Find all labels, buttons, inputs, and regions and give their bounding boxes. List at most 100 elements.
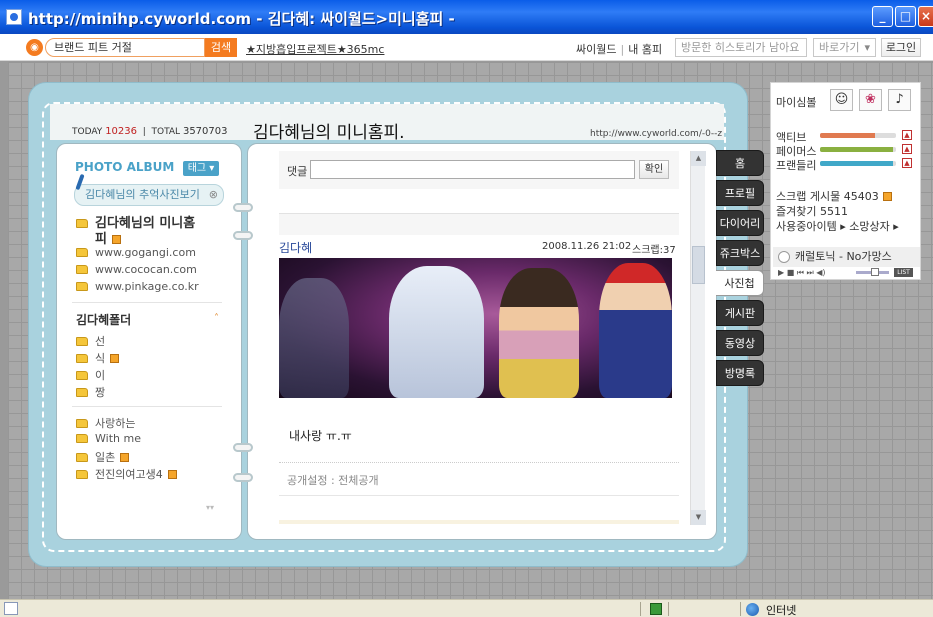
tab-guestbook[interactable]: 방명록 bbox=[716, 360, 764, 386]
binder-ring bbox=[233, 443, 253, 452]
visitor-counter: TODAY 10236 | TOTAL 3570703 bbox=[72, 126, 228, 137]
now-playing[interactable]: 캐럴토닉 - No가망스 bbox=[773, 247, 920, 267]
folder-item[interactable]: 피 bbox=[95, 228, 121, 247]
stat-up-icon[interactable]: ▲ bbox=[902, 144, 912, 154]
playlist-button[interactable]: LIST bbox=[894, 268, 913, 277]
post-footer bbox=[279, 520, 679, 524]
symbol-music-icon[interactable]: ♪ bbox=[888, 89, 911, 111]
post-photo[interactable] bbox=[279, 258, 672, 398]
items-in-use[interactable]: 사용중아이템 ▸ 소망상자 ▸ bbox=[776, 218, 899, 234]
folder-icon bbox=[76, 371, 88, 380]
player-controls[interactable]: ▶ ■ ⏮ ⏭ ◀) bbox=[778, 268, 826, 278]
nav-separator: | bbox=[620, 43, 625, 56]
folder-item[interactable]: 일촌 bbox=[76, 449, 130, 465]
divider bbox=[279, 462, 679, 463]
stat-active-bar bbox=[820, 133, 896, 138]
folder-section-title[interactable]: 김다혜폴더 bbox=[76, 311, 131, 328]
total-label: TOTAL bbox=[151, 127, 181, 137]
folder-item[interactable]: 전진의여고생4 bbox=[76, 466, 177, 482]
binder-ring bbox=[233, 473, 253, 482]
tab-profile[interactable]: 프로필 bbox=[716, 180, 764, 206]
search-button[interactable]: 검색 bbox=[205, 38, 237, 57]
total-count: 3570703 bbox=[182, 126, 228, 137]
tab-board[interactable]: 게시판 bbox=[716, 300, 764, 326]
tag-button[interactable]: 태그 ▾ bbox=[183, 161, 219, 176]
scroll-up-icon[interactable]: ▲ bbox=[691, 151, 706, 166]
my-home-link[interactable]: 내 홈피 bbox=[628, 43, 662, 56]
stat-up-icon[interactable]: ▲ bbox=[902, 130, 912, 140]
my-symbol-label: 마이심볼 bbox=[776, 96, 817, 109]
cyworld-top-nav: ◉ 브랜드 피트 거절 검색 ★지방흡입프로젝트★365mc 싸이월드 | 내 홈피… bbox=[0, 34, 933, 61]
folder-label: 일촌 bbox=[95, 451, 116, 464]
scrap-count[interactable]: 스크랩:37 bbox=[632, 241, 676, 256]
post-divider-bar bbox=[279, 213, 679, 235]
nate-logo-icon[interactable]: ◉ bbox=[26, 39, 43, 56]
folder-label: 사랑하는 bbox=[95, 417, 136, 430]
folder-label: www.gogangi.com bbox=[95, 246, 196, 259]
privacy-setting: 공개설정 : 전체공개 bbox=[287, 474, 379, 487]
volume-knob[interactable] bbox=[871, 268, 879, 276]
folder-item[interactable]: www.cococan.com bbox=[76, 263, 197, 276]
folder-item[interactable]: www.gogangi.com bbox=[76, 246, 196, 259]
scrap-board-count[interactable]: 스크랩 게시물 45403 bbox=[776, 188, 892, 204]
stat-famous-bar bbox=[820, 147, 896, 152]
folder-item[interactable]: 선 bbox=[76, 333, 105, 349]
folder-icon bbox=[76, 470, 88, 479]
scroll-down-icon[interactable]: ▼ bbox=[691, 510, 706, 525]
folder-item[interactable]: 이 bbox=[76, 367, 105, 383]
symbol-face-icon[interactable]: ☺ bbox=[830, 89, 853, 111]
promo-link[interactable]: ★지방흡입프로젝트★365mc bbox=[246, 41, 384, 57]
folder-label: With me bbox=[95, 432, 141, 445]
maximize-button[interactable]: □ bbox=[895, 6, 916, 27]
minimize-button[interactable]: _ bbox=[872, 6, 893, 27]
photo-figure bbox=[599, 263, 672, 398]
stat-up-icon[interactable]: ▲ bbox=[902, 158, 912, 168]
album-title: PHOTO ALBUM bbox=[75, 160, 175, 174]
close-icon[interactable]: ⊗ bbox=[209, 185, 218, 205]
folder-item[interactable]: 김다혜님의 미니홈 bbox=[76, 212, 195, 231]
folder-item[interactable]: With me bbox=[76, 432, 141, 445]
memory-label: 김다혜님의 추억사진보기 bbox=[85, 188, 200, 201]
goto-dropdown[interactable]: 바로가기 bbox=[813, 38, 876, 57]
more-arrow-icon[interactable]: ▾▾ bbox=[206, 503, 214, 512]
symbol-flower-icon[interactable]: ❀ bbox=[859, 89, 882, 111]
tab-jukebox[interactable]: 쥬크박스 bbox=[716, 240, 764, 266]
scroll-thumb[interactable] bbox=[692, 246, 705, 284]
folder-item[interactable]: 짱 bbox=[76, 384, 105, 400]
security-shield-icon bbox=[650, 603, 662, 615]
cyworld-link[interactable]: 싸이월드 bbox=[576, 43, 616, 56]
comment-input[interactable] bbox=[310, 160, 635, 179]
history-box[interactable]: 방문한 히스토리가 남아요 bbox=[675, 38, 807, 57]
tab-video[interactable]: 동영상 bbox=[716, 330, 764, 356]
confirm-button[interactable]: 확인 bbox=[639, 160, 669, 179]
window-title-bar: http://minihp.cyworld.com - 김다혜: 싸이월드>미니… bbox=[0, 0, 933, 34]
song-title: 캐럴토닉 - No가망스 bbox=[795, 250, 892, 263]
home-url[interactable]: http://www.cyworld.com/-0--z bbox=[590, 129, 722, 139]
stat-fill bbox=[820, 161, 893, 166]
tab-diary[interactable]: 다이어리 bbox=[716, 210, 764, 236]
memory-photos-button[interactable]: 김다혜님의 추억사진보기 ⊗ bbox=[74, 184, 224, 206]
login-button[interactable]: 로그인 bbox=[881, 38, 921, 57]
collapse-icon[interactable]: ˄ bbox=[214, 313, 219, 324]
folder-item[interactable]: 사랑하는 bbox=[76, 415, 135, 431]
tab-home[interactable]: 홈 bbox=[716, 150, 764, 176]
folder-icon bbox=[76, 419, 88, 428]
status-separator bbox=[640, 602, 641, 616]
tab-photo[interactable]: 사진첩 bbox=[716, 270, 764, 296]
post-text: 내사랑 ㅠ.ㅠ bbox=[289, 429, 352, 443]
folder-label: 선 bbox=[95, 335, 106, 348]
folder-icon bbox=[76, 219, 88, 228]
divider bbox=[279, 495, 679, 496]
today-label: TODAY bbox=[72, 127, 103, 137]
ie-page-icon bbox=[6, 9, 22, 25]
folder-icon bbox=[76, 354, 88, 363]
post-author[interactable]: 김다혜 bbox=[279, 239, 312, 256]
folder-item[interactable]: 식 bbox=[76, 350, 120, 366]
close-button[interactable]: × bbox=[918, 6, 933, 27]
favorites-count[interactable]: 즐겨찾기 5511 bbox=[776, 203, 848, 219]
folder-item[interactable]: www.pinkage.co.kr bbox=[76, 280, 199, 293]
new-badge-icon bbox=[120, 453, 130, 462]
search-input[interactable]: 브랜드 피트 거절 bbox=[45, 38, 205, 57]
folder-label: 짱 bbox=[95, 386, 106, 399]
scrollbar[interactable]: ▲ ▼ bbox=[690, 151, 706, 525]
